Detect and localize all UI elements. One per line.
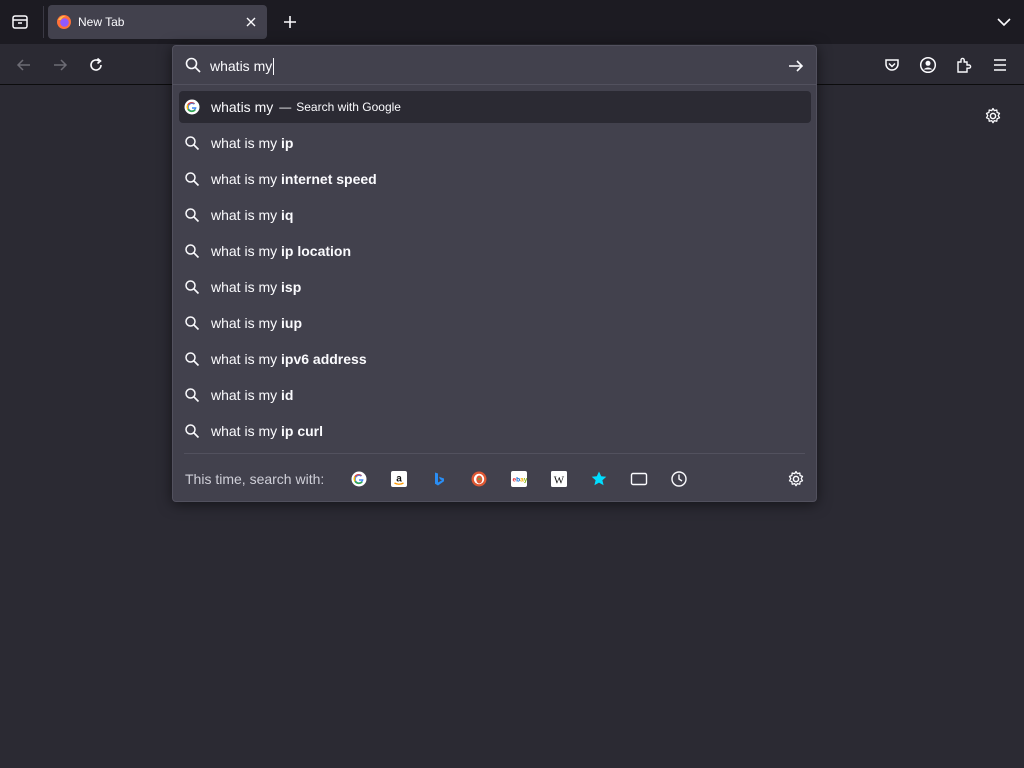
suggestion-text: what is my iq	[211, 207, 293, 223]
suggestion-text: what is my iup	[211, 315, 302, 331]
suggestion-row[interactable]: what is my ipv6 address	[179, 343, 811, 375]
list-all-tabs-chevron-icon[interactable]	[994, 12, 1014, 32]
suggestion-prefix: what is my	[211, 243, 282, 259]
bookmarks-star-icon[interactable]	[590, 470, 608, 488]
search-icon	[184, 423, 200, 439]
reload-icon[interactable]	[85, 54, 107, 76]
forward-arrow-icon[interactable]	[49, 54, 71, 76]
amazon-icon[interactable]: a	[390, 470, 408, 488]
result-query: whatis my	[211, 99, 274, 115]
menu-hamburger-icon[interactable]	[989, 54, 1011, 76]
suggestion-completion: internet speed	[281, 171, 377, 187]
bing-icon[interactable]	[430, 470, 448, 488]
tab-divider	[43, 6, 44, 38]
suggestion-prefix: what is my	[211, 351, 282, 367]
new-tab-plus-icon[interactable]	[280, 12, 300, 32]
suggestion-text: what is my ipv6 address	[211, 351, 367, 367]
suggestion-text: what is my ip curl	[211, 423, 323, 439]
svg-text:ebay: ebay	[513, 477, 528, 484]
suggestion-completion: iq	[281, 207, 294, 223]
urlbar-input-text: whatis my	[210, 58, 273, 74]
suggestion-row[interactable]: what is my ip location	[179, 235, 811, 267]
newtab-settings-gear-icon[interactable]	[982, 105, 1004, 127]
google-icon[interactable]	[350, 470, 368, 488]
account-icon[interactable]	[917, 54, 939, 76]
urlbar-input-row: whatis my	[173, 46, 816, 85]
suggestion-row[interactable]: what is my ip	[179, 127, 811, 159]
tab-new-tab[interactable]: New Tab	[48, 5, 267, 39]
svg-text:W: W	[554, 475, 565, 487]
search-icon	[184, 56, 202, 74]
suggestion-text: what is my isp	[211, 279, 301, 295]
search-icon	[184, 387, 200, 403]
suggestion-prefix: what is my	[211, 279, 282, 295]
history-clock-icon[interactable]	[670, 470, 688, 488]
back-arrow-icon[interactable]	[13, 54, 35, 76]
suggestion-row[interactable]: what is my ip curl	[179, 415, 811, 447]
one-off-label: This time, search with:	[185, 471, 325, 487]
tab-strip: New Tab	[0, 0, 1024, 44]
svg-text:a: a	[396, 474, 402, 485]
suggestion-row[interactable]: what is my iup	[179, 307, 811, 339]
suggestion-text: what is my id	[211, 387, 293, 403]
suggestion-text: what is my ip	[211, 135, 293, 151]
extensions-puzzle-icon[interactable]	[953, 54, 975, 76]
urlbar-popup: whatis my whatis my — Search with Google…	[172, 45, 817, 502]
search-icon	[184, 351, 200, 367]
google-icon	[184, 99, 200, 115]
wikipedia-icon[interactable]: W	[550, 470, 568, 488]
result-separator: —	[279, 100, 292, 114]
search-icon	[184, 171, 200, 187]
suggestion-completion: id	[281, 387, 294, 403]
tab-title: New Tab	[78, 15, 125, 29]
search-icon	[184, 315, 200, 331]
suggestion-prefix: what is my	[211, 315, 282, 331]
firefox-view-icon[interactable]	[8, 10, 32, 34]
search-icon	[184, 135, 200, 151]
suggestion-prefix: what is my	[211, 207, 282, 223]
one-off-search-buttons: This time, search with: a ebay W	[173, 454, 816, 502]
text-caret	[273, 57, 275, 75]
firefox-logo-icon	[56, 14, 72, 30]
ebay-icon[interactable]: ebay	[510, 470, 528, 488]
suggestion-text: what is my internet speed	[211, 171, 377, 187]
suggestion-completion: ip curl	[281, 423, 324, 439]
result-action: Search with Google	[296, 100, 401, 114]
suggestion-completion: ipv6 address	[281, 351, 367, 367]
suggestion-row[interactable]: what is my iq	[179, 199, 811, 231]
suggestion-completion: isp	[281, 279, 302, 295]
search-icon	[184, 207, 200, 223]
go-arrow-icon[interactable]	[786, 56, 806, 76]
search-settings-gear-icon[interactable]	[787, 470, 805, 488]
suggestion-prefix: what is my	[211, 387, 282, 403]
close-tab-icon[interactable]	[243, 14, 259, 30]
suggestion-prefix: what is my	[211, 171, 282, 187]
suggestion-completion: iup	[281, 315, 303, 331]
suggestion-prefix: what is my	[211, 135, 282, 151]
pocket-icon[interactable]	[881, 54, 903, 76]
search-icon	[184, 243, 200, 259]
suggestion-prefix: what is my	[211, 423, 282, 439]
suggestion-row[interactable]: what is my isp	[179, 271, 811, 303]
suggestion-completion: ip	[281, 135, 294, 151]
suggestion-completion: ip location	[281, 243, 352, 259]
suggestion-text: what is my ip location	[211, 243, 351, 259]
search-icon	[184, 279, 200, 295]
suggestion-row[interactable]: what is my id	[179, 379, 811, 411]
urlbar-results-list: whatis my — Search with Google what is m…	[179, 91, 811, 451]
suggestion-row[interactable]: what is my internet speed	[179, 163, 811, 195]
tabs-icon[interactable]	[630, 470, 648, 488]
urlbar-input[interactable]: whatis my	[210, 55, 275, 77]
duckduckgo-icon[interactable]	[470, 470, 488, 488]
search-with-google-row[interactable]: whatis my — Search with Google	[179, 91, 811, 123]
